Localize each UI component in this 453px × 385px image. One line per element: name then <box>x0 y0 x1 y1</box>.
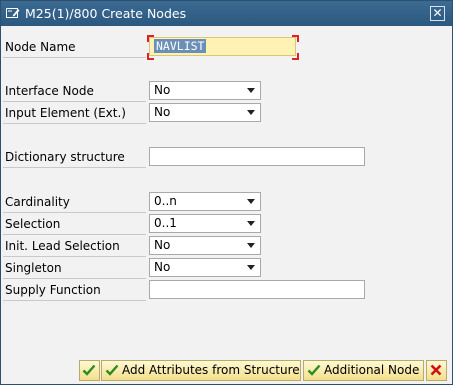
add-attributes-button[interactable]: Add Attributes from Structure <box>101 360 301 381</box>
create-nodes-dialog: M25(1)/800 Create Nodes ✕ Node Name NAVL… <box>0 0 453 385</box>
interface-node-select[interactable]: No <box>149 81 261 100</box>
node-name-label: Node Name <box>5 40 76 54</box>
confirm-button[interactable] <box>79 360 100 381</box>
dialog-title-bar: M25(1)/800 Create Nodes ✕ <box>1 1 452 26</box>
singleton-value: No <box>154 260 171 274</box>
add-attributes-label: Add Attributes from Structure <box>122 363 300 377</box>
interface-node-label: Interface Node <box>5 84 94 98</box>
node-name-input[interactable]: NAVLIST <box>149 37 296 56</box>
chevron-down-icon <box>247 221 255 226</box>
supply-function-label: Supply Function <box>5 283 101 297</box>
cardinality-label: Cardinality <box>5 195 70 209</box>
focus-corner <box>292 53 299 60</box>
cancel-button[interactable] <box>426 360 447 381</box>
focus-corner <box>292 35 299 42</box>
singleton-label: Singleton <box>5 261 62 275</box>
init-lead-selection-label: Init. Lead Selection <box>5 239 120 253</box>
chevron-down-icon <box>247 88 255 93</box>
divider <box>3 167 146 168</box>
divider <box>3 101 146 102</box>
focus-corner <box>147 53 154 60</box>
divider <box>3 234 146 235</box>
additional-node-button[interactable]: Additional Node <box>303 360 424 381</box>
divider <box>3 278 146 279</box>
check-icon <box>82 364 96 376</box>
interface-node-value: No <box>154 83 171 97</box>
chevron-down-icon <box>247 265 255 270</box>
dictionary-structure-input[interactable] <box>149 147 365 166</box>
singleton-select[interactable]: No <box>149 258 261 277</box>
cardinality-value: 0..n <box>154 194 177 208</box>
focus-corner <box>147 35 154 42</box>
divider <box>3 57 146 58</box>
init-lead-selection-value: No <box>154 238 171 252</box>
close-button[interactable]: ✕ <box>430 6 445 21</box>
selection-value: 0..1 <box>154 216 177 230</box>
chevron-down-icon <box>247 243 255 248</box>
input-element-select[interactable]: No <box>149 103 261 122</box>
input-element-value: No <box>154 105 171 119</box>
cancel-icon <box>430 364 442 375</box>
chevron-down-icon <box>247 110 255 115</box>
selection-label: Selection <box>5 217 61 231</box>
selection-select[interactable]: 0..1 <box>149 214 261 233</box>
divider <box>3 256 146 257</box>
chevron-down-icon <box>247 199 255 204</box>
check-icon <box>105 364 119 376</box>
divider <box>3 300 146 301</box>
divider <box>3 212 146 213</box>
dictionary-structure-label: Dictionary structure <box>5 150 125 164</box>
node-name-value: NAVLIST <box>154 39 207 53</box>
init-lead-selection-select[interactable]: No <box>149 236 261 255</box>
supply-function-input[interactable] <box>149 280 365 299</box>
check-icon <box>307 364 321 376</box>
input-element-label: Input Element (Ext.) <box>5 106 126 120</box>
close-icon: ✕ <box>432 6 443 20</box>
edit-window-icon <box>6 8 20 18</box>
cardinality-select[interactable]: 0..n <box>149 192 261 211</box>
additional-node-label: Additional Node <box>324 363 420 377</box>
dialog-title: M25(1)/800 Create Nodes <box>25 6 187 21</box>
divider <box>3 123 146 124</box>
